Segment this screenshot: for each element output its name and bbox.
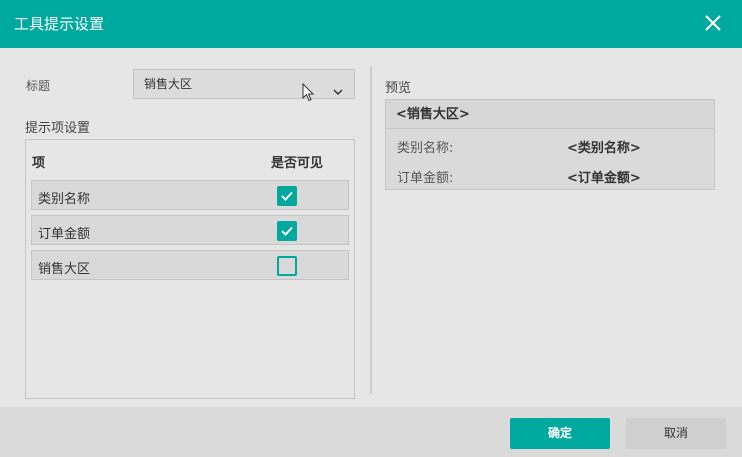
check-icon bbox=[281, 191, 293, 201]
vertical-divider bbox=[370, 66, 372, 394]
preview-row-value: <类别名称> bbox=[567, 141, 641, 156]
preview-row-value: <订单金额> bbox=[567, 171, 641, 186]
preview-header: <销售大区> bbox=[386, 100, 714, 129]
settings-row: 订单金额 bbox=[31, 215, 349, 245]
check-icon bbox=[281, 226, 293, 236]
preview-row: 订单金额: <订单金额> bbox=[386, 160, 714, 190]
column-header-item: 项 bbox=[32, 156, 46, 171]
cancel-button[interactable]: 取消 bbox=[626, 418, 726, 449]
visible-checkbox[interactable] bbox=[277, 221, 297, 241]
preview-label: 预览 bbox=[385, 81, 412, 96]
title-select-value: 销售大区 bbox=[144, 77, 193, 91]
preview-row-key: 订单金额: bbox=[397, 171, 454, 186]
close-icon[interactable] bbox=[702, 12, 724, 34]
confirm-button[interactable]: 确定 bbox=[510, 418, 610, 449]
visible-checkbox[interactable] bbox=[277, 186, 297, 206]
preview-row: 类别名称: <类别名称> bbox=[386, 130, 714, 160]
dialog-footer: 确定 取消 bbox=[0, 407, 742, 457]
visible-checkbox[interactable] bbox=[277, 256, 297, 276]
dialog-title: 工具提示设置 bbox=[14, 15, 105, 33]
title-label: 标题 bbox=[26, 79, 51, 93]
preview-row-key: 类别名称: bbox=[397, 141, 454, 156]
settings-label: 提示项设置 bbox=[25, 121, 91, 136]
column-header-visible: 是否可见 bbox=[271, 156, 324, 171]
settings-row-name: 销售大区 bbox=[38, 262, 91, 277]
settings-row-name: 订单金额 bbox=[38, 227, 91, 242]
dialog-titlebar: 工具提示设置 bbox=[0, 0, 742, 48]
settings-row: 类别名称 bbox=[31, 180, 349, 210]
chevron-down-icon bbox=[332, 79, 344, 96]
preview-panel: <销售大区> 类别名称: <类别名称> 订单金额: <订单金额> bbox=[385, 99, 715, 190]
settings-row: 销售大区 bbox=[31, 250, 349, 280]
settings-header: 项 是否可见 bbox=[31, 152, 349, 172]
mouse-cursor-icon bbox=[302, 82, 316, 103]
title-select[interactable]: 销售大区 bbox=[133, 69, 355, 99]
settings-panel: 项 是否可见 类别名称 订单金额 销售大区 bbox=[25, 139, 355, 399]
settings-row-name: 类别名称 bbox=[38, 192, 91, 207]
